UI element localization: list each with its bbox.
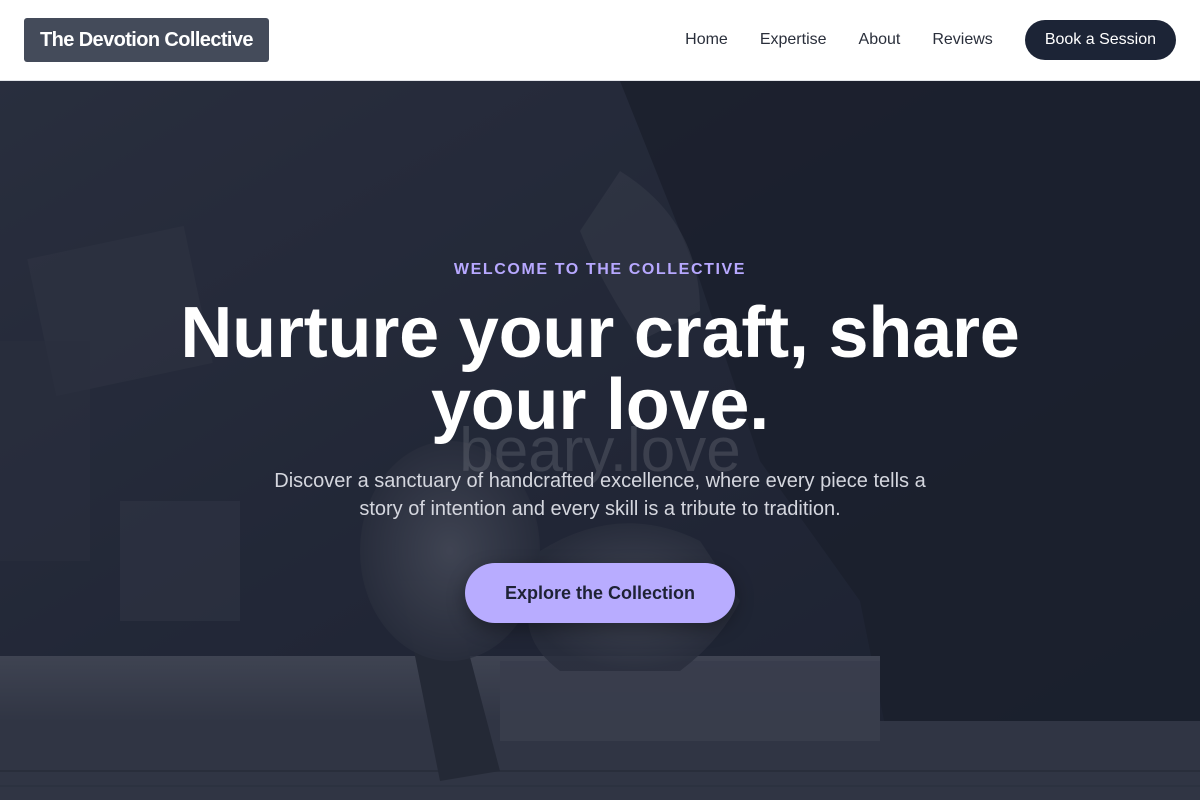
hero-content: WELCOME TO THE COLLECTIVE Nurture your c… [0,81,1200,800]
nav-link-about[interactable]: About [859,31,901,49]
nav-link-expertise[interactable]: Expertise [760,31,827,49]
hero-subtext: Discover a sanctuary of handcrafted exce… [274,470,926,520]
site-logo[interactable]: The Devotion Collective [24,18,269,62]
hero-section: beary.love WELCOME TO THE COLLECTIVE Nur… [0,81,1200,800]
hero-eyebrow: WELCOME TO THE COLLECTIVE [453,261,747,278]
site-header: The Devotion Collective Home Expertise A… [0,0,1200,81]
hero-headline: Nurture your craft, share your love. [180,293,1020,445]
nav-link-reviews[interactable]: Reviews [932,31,992,49]
explore-collection-button[interactable]: Explore the Collection [465,563,735,623]
main-nav: Home Expertise About Reviews Book a Sess… [685,20,1176,60]
nav-link-home[interactable]: Home [685,31,728,49]
book-session-button[interactable]: Book a Session [1024,20,1176,60]
